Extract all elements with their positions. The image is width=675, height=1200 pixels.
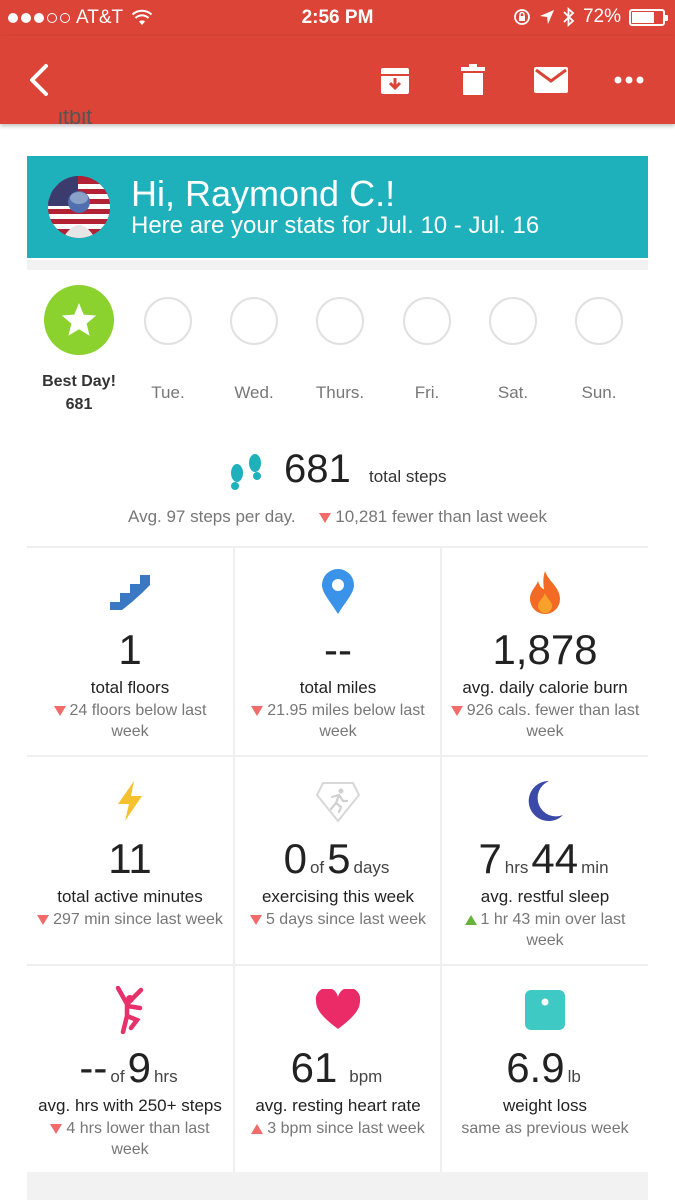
more-icon[interactable]	[608, 58, 650, 102]
stairs-icon	[110, 575, 150, 610]
stat-weight: 6.9 lb weight loss same as previous week	[442, 966, 648, 1174]
day-circle-wed	[204, 297, 304, 345]
rotation-lock-icon	[514, 9, 530, 25]
greeting-banner: Hi, Raymond C.! Here are your stats for …	[27, 156, 648, 258]
down-triangle-icon	[450, 705, 463, 716]
down-triangle-icon	[251, 705, 264, 716]
back-arrow-icon[interactable]	[20, 58, 56, 102]
trash-icon[interactable]	[452, 58, 494, 102]
down-triangle-icon	[249, 914, 262, 925]
stretching-person-icon	[115, 986, 144, 1034]
footer-band	[27, 1172, 648, 1200]
lightning-icon	[118, 781, 142, 821]
day-label-thurs: Thurs.	[315, 383, 365, 402]
footprints-icon	[231, 454, 261, 490]
stat-heart-rate: 61 bpm avg. resting heart rate 3 bpm sin…	[235, 966, 441, 1174]
day-label-wed: Wed.	[234, 383, 274, 402]
greeting-title: Hi, Raymond C.!	[131, 173, 396, 214]
archive-icon[interactable]	[374, 58, 416, 102]
steps-summary: 681 total steps	[0, 447, 675, 497]
day-label-sun: Sun.	[581, 383, 617, 402]
down-triangle-icon	[37, 914, 50, 925]
steps-comparison: Avg. 97 steps per day. 10,281 fewer than…	[128, 507, 547, 526]
stat-hourly-steps: -- of9 hrs avg. hrs with 250+ steps 4 hrs …	[27, 966, 233, 1174]
down-triangle-icon	[319, 512, 332, 523]
up-triangle-icon	[464, 914, 477, 925]
up-triangle-icon	[251, 1123, 264, 1134]
status-bar: AT&T 2:56 PM 72%	[0, 0, 675, 36]
day-circle-sun	[549, 297, 649, 345]
down-triangle-icon	[50, 1123, 63, 1134]
divider	[27, 260, 648, 270]
heart-icon	[315, 989, 361, 1029]
scrolled-logo-fragment: itbit	[58, 110, 93, 124]
stat-miles: -- total miles 21.95 miles below last we…	[235, 548, 441, 756]
battery-percent: 72%	[582, 6, 621, 27]
steps-label: total steps	[369, 467, 447, 486]
day-circle-fri	[377, 297, 477, 345]
stat-floors: 1 total floors 24 floors below last week	[27, 548, 233, 756]
stat-active-minutes: 11 total active minutes 297 min since la…	[27, 757, 233, 965]
star-icon	[61, 303, 97, 336]
stat-calories: 1,878 avg. daily calorie burn 926 cals. …	[442, 548, 648, 756]
stat-exercise-days: 0 of5 days exercising this week 5 days sin…	[235, 757, 441, 965]
down-triangle-icon	[53, 705, 66, 716]
mail-icon[interactable]	[530, 58, 572, 102]
exercise-badge-icon	[315, 782, 361, 823]
steps-value: 681	[284, 447, 351, 491]
greeting-subtitle: Here are your stats for Jul. 10 - Jul. 1…	[131, 212, 540, 239]
flame-icon	[530, 571, 560, 614]
day-circle-sat	[463, 297, 563, 345]
moon-icon	[528, 780, 563, 821]
location-pin-icon	[322, 569, 354, 614]
avatar	[48, 176, 110, 238]
day-circle-tue	[118, 297, 218, 345]
battery-icon	[629, 8, 668, 26]
day-circle-thurs	[290, 297, 390, 345]
day-label-tue: Tue.	[151, 383, 185, 402]
bluetooth-icon	[563, 7, 575, 27]
day-label-sat: Sat.	[497, 383, 529, 402]
stat-sleep: 7 hrs44 min avg. restful sleep 1 hr 43 min…	[442, 757, 648, 965]
location-arrow-icon	[539, 10, 554, 24]
best-day-badge	[29, 285, 129, 355]
scale-icon	[525, 990, 565, 1030]
day-label-fri: Fri.	[414, 383, 440, 402]
